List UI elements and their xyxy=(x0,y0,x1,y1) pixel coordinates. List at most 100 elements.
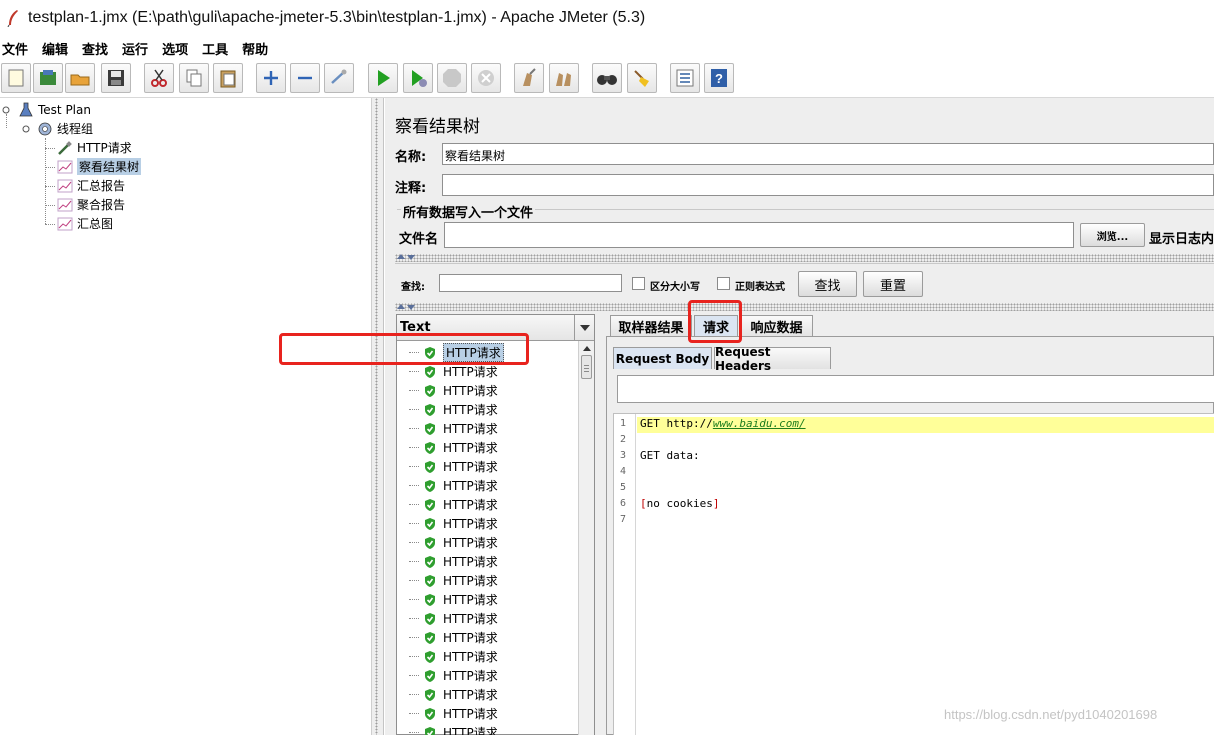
menu-edit[interactable]: 编辑 xyxy=(42,39,68,58)
code-line: [no cookies] xyxy=(640,497,719,510)
success-shield-icon xyxy=(425,707,435,720)
paste-button[interactable] xyxy=(213,63,243,93)
result-item[interactable]: HTTP请求 xyxy=(409,723,498,735)
tree-node-label: Test Plan xyxy=(38,102,91,117)
result-item[interactable]: HTTP请求 xyxy=(409,571,498,590)
expand-all-button[interactable] xyxy=(256,63,286,93)
arrow-up-icon[interactable] xyxy=(397,304,405,309)
split-pane-divider[interactable] xyxy=(372,98,384,735)
arrow-down-icon[interactable] xyxy=(407,255,415,260)
clear-button[interactable] xyxy=(514,63,544,93)
clear-icon xyxy=(523,68,536,86)
result-item[interactable]: HTTP请求 xyxy=(409,685,498,704)
tree-node-summary-graph[interactable]: 汇总图 xyxy=(57,214,113,233)
result-item[interactable]: HTTP请求 xyxy=(409,514,498,533)
stop-button[interactable] xyxy=(437,63,467,93)
copy-button[interactable] xyxy=(179,63,209,93)
subtab-request-body[interactable]: Request Body xyxy=(613,347,712,369)
search-input[interactable] xyxy=(439,274,622,292)
scrollbar-thumb[interactable] xyxy=(581,355,592,379)
menu-run[interactable]: 运行 xyxy=(122,39,148,58)
result-item[interactable]: HTTP请求 xyxy=(409,628,498,647)
tree-node-test-plan[interactable]: Test Plan xyxy=(18,100,91,119)
browse-button[interactable]: 浏览... xyxy=(1080,223,1145,247)
help-button[interactable]: ? xyxy=(704,63,734,93)
case-sensitive-checkbox[interactable] xyxy=(632,277,645,290)
result-item[interactable]: HTTP请求 xyxy=(409,590,498,609)
menu-help[interactable]: 帮助 xyxy=(242,39,268,58)
search-icon xyxy=(597,75,617,85)
result-item[interactable]: HTTP请求 xyxy=(409,438,498,457)
result-item[interactable]: HTTP请求 xyxy=(409,400,498,419)
result-item-label: HTTP请求 xyxy=(443,479,498,493)
tree-node-aggregate-report[interactable]: 聚合报告 xyxy=(57,195,125,214)
reset-search-button[interactable] xyxy=(627,63,657,93)
line-number: 1 xyxy=(620,418,627,429)
toggle-button[interactable] xyxy=(324,63,354,93)
request-body-text[interactable]: 1 GET http://www.baidu.com/2 3 GET data: 4 5 6… xyxy=(613,413,1214,735)
save-button[interactable] xyxy=(101,63,131,93)
menu-file[interactable]: 文件 xyxy=(2,39,28,58)
start-no-pause-button[interactable] xyxy=(403,63,433,93)
request-url-field[interactable] xyxy=(617,375,1214,403)
templates-button[interactable] xyxy=(33,63,63,93)
arrow-down-icon[interactable] xyxy=(407,305,415,310)
results-scrollbar[interactable] xyxy=(578,341,594,735)
arrow-up-icon[interactable] xyxy=(397,254,405,259)
comment-input[interactable] xyxy=(442,174,1214,196)
tree-node-http-request[interactable]: HTTP请求 xyxy=(57,138,132,157)
result-item[interactable]: HTTP请求 xyxy=(409,419,498,438)
tree-connector xyxy=(409,713,419,714)
result-detail: 取样器结果 请求 响应数据 Request Body Request Heade… xyxy=(606,314,1214,735)
divider-line xyxy=(395,263,1214,264)
regex-checkbox[interactable] xyxy=(717,277,730,290)
renderer-dropdown-button[interactable] xyxy=(574,315,594,340)
result-item[interactable]: HTTP请求 xyxy=(409,533,498,552)
result-item-label: HTTP请求 xyxy=(443,498,498,512)
scroll-up-icon[interactable] xyxy=(582,344,592,352)
menu-tools[interactable]: 工具 xyxy=(202,39,228,58)
toolbar: ? xyxy=(0,60,1214,98)
result-item[interactable]: HTTP请求 xyxy=(409,552,498,571)
start-icon xyxy=(378,70,390,86)
tree-node-summary-report[interactable]: 汇总报告 xyxy=(57,176,125,195)
result-item[interactable]: HTTP请求 xyxy=(409,609,498,628)
open-button[interactable] xyxy=(65,63,95,93)
result-item[interactable]: HTTP请求 xyxy=(409,647,498,666)
filename-input[interactable] xyxy=(444,222,1074,248)
result-item[interactable]: HTTP请求 xyxy=(409,666,498,685)
filename-label: 文件名 xyxy=(399,232,439,247)
split-divider[interactable] xyxy=(395,254,1214,262)
success-shield-icon xyxy=(425,403,435,416)
name-input[interactable]: 察看结果树 xyxy=(442,143,1214,165)
result-item[interactable]: HTTP请求 xyxy=(409,457,498,476)
result-item[interactable]: HTTP请求 xyxy=(409,381,498,400)
tree-node-view-results-tree[interactable]: 察看结果树 xyxy=(57,157,142,176)
new-button[interactable] xyxy=(1,63,31,93)
search-button[interactable] xyxy=(592,63,622,93)
shutdown-button[interactable] xyxy=(471,63,501,93)
expand-toggle-icon[interactable] xyxy=(22,125,30,133)
result-item-label: HTTP请求 xyxy=(443,631,498,645)
function-helper-button[interactable] xyxy=(670,63,700,93)
split-divider[interactable] xyxy=(395,303,1214,311)
collapse-all-button[interactable] xyxy=(290,63,320,93)
start-button[interactable] xyxy=(368,63,398,93)
code-url-link[interactable]: www.baidu.com/ xyxy=(713,417,806,430)
tree-node-thread-group[interactable]: 线程组 xyxy=(37,119,93,138)
result-item[interactable]: HTTP请求 xyxy=(409,704,498,723)
line-number-gutter xyxy=(614,414,636,735)
code-text: no cookies xyxy=(646,497,713,510)
clear-all-button[interactable] xyxy=(549,63,579,93)
reset-button[interactable]: 重置 xyxy=(863,271,923,297)
expand-toggle-icon[interactable] xyxy=(2,106,10,114)
result-item[interactable]: HTTP请求 xyxy=(409,495,498,514)
menu-options[interactable]: 选项 xyxy=(162,39,188,58)
tab-sampler-result[interactable]: 取样器结果 xyxy=(610,315,692,337)
find-button[interactable]: 查找 xyxy=(798,271,857,297)
subtab-request-headers[interactable]: Request Headers xyxy=(714,345,831,373)
menu-search[interactable]: 查找 xyxy=(82,39,108,58)
result-item[interactable]: HTTP请求 xyxy=(409,476,498,495)
tab-response-data[interactable]: 响应数据 xyxy=(740,315,813,337)
cut-button[interactable] xyxy=(144,63,174,93)
